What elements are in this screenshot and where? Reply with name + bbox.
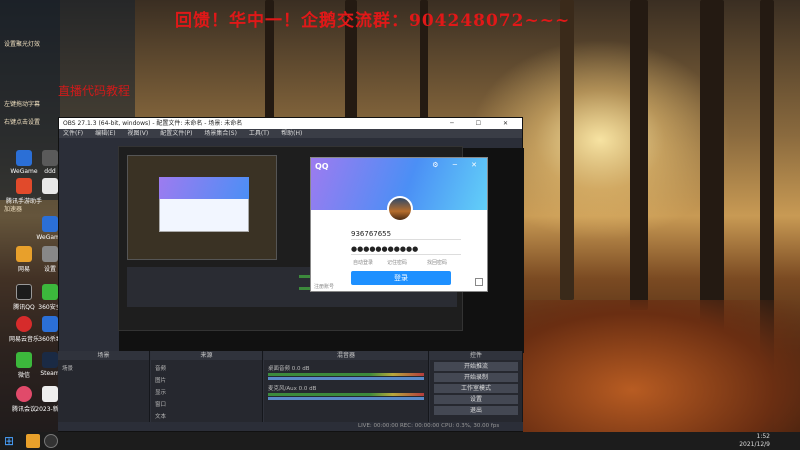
volume-slider[interactable] (268, 377, 424, 380)
menu-scene-collection[interactable]: 场景集合(S) (204, 130, 237, 137)
volume-slider[interactable] (268, 397, 424, 400)
obs-statusbar: LIVE: 00:00:00 REC: 00:00:00 CPU: 0.3%, … (58, 422, 523, 431)
taskbar: ⊞ 1:52 2021/12/9 (0, 432, 800, 450)
chat-note: 左键拖动字幕 (4, 101, 41, 108)
start-recording-button[interactable]: 开始录制 (434, 373, 518, 382)
account-value: 936767655 (351, 230, 392, 238)
remember-password-checkbox[interactable]: 记住密码 (387, 259, 407, 266)
volume-meter (268, 393, 424, 396)
track-db: 0.0 dB (298, 386, 317, 392)
password-field[interactable]: ●●●●●●●●●●● (351, 243, 461, 255)
track-db: 0.0 dB (291, 366, 310, 372)
stream-banner: 回馈！华中一！企鹅交流群：904248072~~~ (175, 11, 571, 31)
controls-header: 控件 (430, 351, 522, 360)
chat-note: 设置聚光灯效 (4, 41, 41, 48)
exit-button[interactable]: 退出 (434, 406, 518, 415)
scenes-header: 场景 (58, 351, 149, 360)
scene-item[interactable]: 场景 (62, 364, 145, 372)
mixer-track[interactable]: 麦克风/Aux 0.0 dB (268, 384, 424, 400)
menu-tools[interactable]: 工具(T) (249, 130, 269, 137)
find-password-link[interactable]: 找回密码 (427, 259, 447, 266)
obs-docks: 场景 场景 来源 音频 图片 显示 窗口 文本 混音器 桌面音频 0.0 dB … (58, 351, 523, 431)
stream-subtitle: 直播代码教程 (58, 84, 131, 98)
obs-menubar: 文件(F) 编辑(E) 视图(V) 配置文件(P) 场景集合(S) 工具(T) … (59, 129, 522, 138)
mixer-header: 混音器 (264, 351, 428, 360)
register-link[interactable]: 注册账号 (314, 283, 334, 290)
qr-code-icon[interactable] (475, 278, 483, 286)
menu-profile[interactable]: 配置文件(P) (160, 130, 192, 137)
track-name: 桌面音频 (268, 366, 291, 372)
source-item[interactable]: 窗口 (155, 400, 258, 408)
qq-window-controls[interactable]: ⚙ ─ ✕ (432, 161, 483, 169)
start-streaming-button[interactable]: 开始推流 (434, 362, 518, 371)
system-clock[interactable]: 1:52 2021/12/9 (739, 433, 770, 449)
volume-meter (268, 373, 424, 376)
tree-trunk (630, 0, 648, 310)
source-item[interactable]: 音频 (155, 364, 258, 372)
login-button[interactable]: 登录 (351, 271, 451, 285)
source-item[interactable]: 文本 (155, 412, 258, 420)
settings-button[interactable]: 设置 (434, 395, 518, 404)
qq-login-window[interactable]: QQ ⚙ ─ ✕ 936767655 ●●●●●●●●●●● 自动登录 记住密码… (310, 157, 488, 292)
obs-taskbar-icon[interactable] (44, 434, 58, 448)
scenes-dock: 场景 场景 (58, 351, 150, 431)
studio-mode-button[interactable]: 工作室模式 (434, 384, 518, 393)
password-value: ●●●●●●●●●●● (351, 245, 419, 253)
clock-date: 2021/12/9 (739, 441, 770, 448)
chat-note: 右键点击设置 (4, 119, 41, 126)
mixer-dock: 混音器 桌面音频 0.0 dB 麦克风/Aux 0.0 dB (264, 351, 429, 431)
menu-edit[interactable]: 编辑(E) (95, 130, 115, 137)
tree-trunk (700, 0, 724, 330)
source-item[interactable]: 图片 (155, 376, 258, 384)
qq-logo: QQ (315, 162, 329, 171)
sources-header: 来源 (151, 351, 262, 360)
clock-time: 1:52 (756, 433, 770, 440)
autumn-leaves (520, 300, 800, 450)
auto-login-checkbox[interactable]: 自动登录 (353, 259, 373, 266)
tree-trunk (560, 0, 574, 300)
account-field[interactable]: 936767655 (351, 228, 461, 240)
menu-view[interactable]: 视图(V) (127, 130, 148, 137)
track-name: 麦克风/Aux (268, 386, 297, 392)
source-item[interactable]: 显示 (155, 388, 258, 396)
menu-file[interactable]: 文件(F) (63, 130, 83, 137)
avatar (387, 196, 413, 222)
controls-dock: 控件 开始推流 开始录制 工作室模式 设置 退出 (430, 351, 523, 431)
chat-note: 加速器 (4, 206, 23, 213)
obs-titlebar[interactable]: OBS 27.1.3 (64-bit, windows) - 配置文件: 未命名… (59, 118, 522, 129)
sources-dock: 来源 音频 图片 显示 窗口 文本 (151, 351, 263, 431)
windows-start-icon[interactable]: ⊞ (4, 434, 18, 448)
mixer-track[interactable]: 桌面音频 0.0 dB (268, 364, 424, 380)
obs-title: OBS 27.1.3 (64-bit, windows) - 配置文件: 未命名… (63, 120, 243, 127)
app-taskbar-icon[interactable] (26, 434, 40, 448)
window-controls[interactable]: ─ ☐ ✕ (450, 118, 518, 129)
menu-help[interactable]: 帮助(H) (281, 130, 302, 137)
